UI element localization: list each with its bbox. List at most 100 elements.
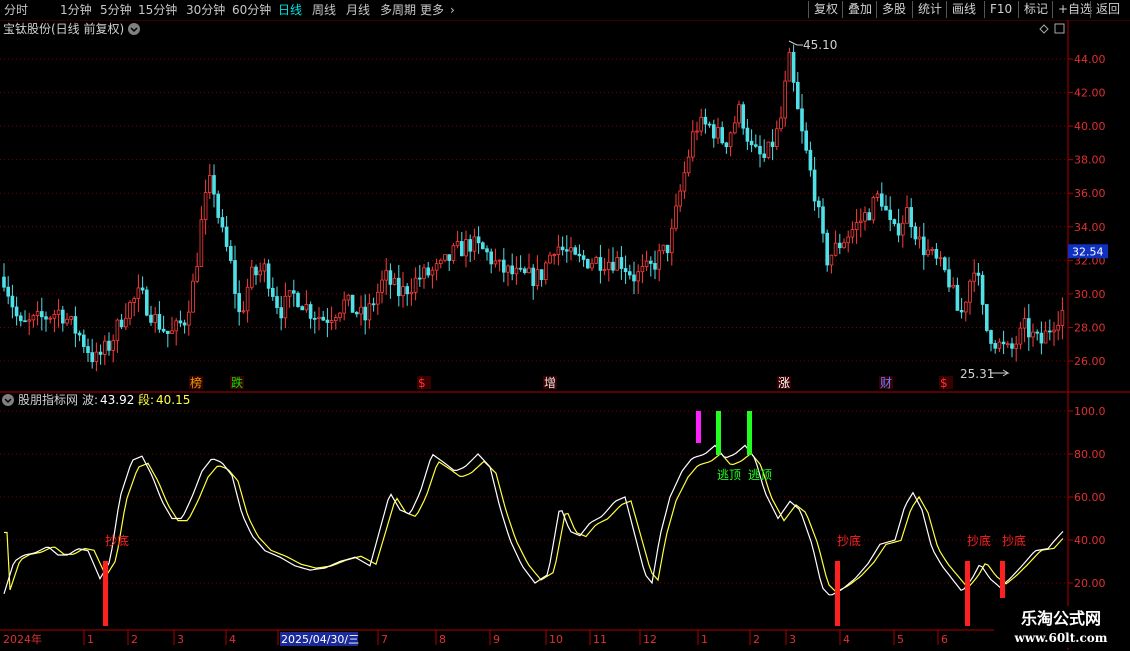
candle	[565, 235, 569, 263]
event-marker[interactable]: 财	[879, 376, 893, 390]
x-axis-label: 7	[377, 630, 388, 646]
candle	[6, 276, 10, 305]
candle	[119, 313, 124, 330]
indicator-y-label: 60.00	[1074, 491, 1106, 504]
x-axis-label: 1	[83, 630, 94, 646]
candle	[144, 286, 149, 317]
signal-bar: 逃顶	[747, 411, 772, 482]
candle	[90, 338, 95, 369]
candle	[938, 251, 943, 267]
signal-label: 抄底	[105, 533, 129, 548]
candle	[905, 195, 909, 224]
signal-bar: 抄底	[965, 533, 991, 626]
candle	[1018, 321, 1023, 350]
candle	[985, 304, 989, 333]
high-price-marker: 45.10	[788, 38, 837, 52]
candle	[733, 115, 737, 135]
candle	[10, 284, 15, 319]
candle	[544, 260, 548, 285]
candle	[783, 70, 787, 127]
candle	[623, 255, 628, 284]
candlestick-series	[2, 44, 1065, 372]
candle	[182, 319, 187, 334]
candle	[69, 315, 74, 325]
candle	[329, 306, 334, 331]
candle	[115, 318, 120, 353]
candle	[195, 252, 200, 284]
candle	[779, 106, 783, 132]
x-axis-label: 8	[435, 630, 446, 646]
candle	[884, 194, 888, 211]
event-marker[interactable]: 榜	[189, 375, 203, 390]
x-axis-label: 10	[545, 630, 563, 646]
candle	[170, 316, 174, 334]
candle	[808, 141, 813, 177]
candle	[245, 278, 250, 323]
candle	[880, 182, 884, 211]
candle	[191, 273, 195, 313]
candle	[829, 254, 834, 274]
candle	[1010, 337, 1014, 358]
candle	[838, 233, 842, 255]
candle	[501, 248, 506, 283]
svg-text:2: 2	[131, 633, 138, 646]
svg-text:3: 3	[789, 633, 796, 646]
candle	[581, 249, 586, 267]
candle	[317, 307, 321, 331]
candle	[1001, 330, 1006, 355]
candle	[1052, 321, 1056, 346]
candle	[451, 243, 456, 264]
candle	[720, 121, 724, 145]
candle	[1060, 297, 1065, 340]
event-marker[interactable]: 涨	[777, 375, 791, 390]
event-marker[interactable]: 跌	[230, 375, 244, 390]
candle	[964, 301, 968, 322]
candle	[523, 266, 527, 275]
candle	[665, 244, 670, 262]
svg-text:45.10: 45.10	[803, 38, 837, 52]
candle	[926, 239, 930, 258]
candle	[254, 264, 258, 285]
candle	[325, 307, 330, 338]
candle	[417, 264, 422, 287]
chevron-down-icon[interactable]	[2, 394, 14, 406]
event-marker[interactable]: $	[939, 376, 953, 390]
candle	[703, 108, 708, 134]
main-y-label: 42.00	[1074, 87, 1106, 100]
chevron-down-icon[interactable]	[128, 23, 140, 35]
seg-line	[4, 452, 1064, 592]
candle	[233, 245, 237, 309]
candle	[359, 295, 363, 326]
svg-text:12: 12	[643, 633, 657, 646]
candle	[514, 256, 519, 285]
candle	[291, 279, 296, 307]
candle	[556, 234, 561, 266]
candle	[52, 310, 57, 333]
event-marker[interactable]: $	[417, 376, 431, 390]
candle	[480, 241, 485, 250]
candle	[140, 276, 145, 295]
x-axis-label: 1	[697, 630, 708, 646]
indicator-y-label: 80.00	[1074, 448, 1106, 461]
event-marker[interactable]: 增	[543, 376, 557, 390]
signal-label: 逃顶	[748, 468, 772, 482]
candle	[812, 156, 817, 211]
candle	[287, 290, 292, 308]
candle	[968, 279, 972, 315]
diamond-icon[interactable]	[1039, 24, 1049, 34]
candle	[388, 263, 393, 299]
svg-text:5: 5	[897, 633, 904, 646]
candle	[1014, 335, 1018, 362]
candle	[678, 184, 682, 212]
candle	[686, 149, 691, 177]
candle	[909, 198, 913, 239]
candle	[103, 335, 107, 366]
candle	[350, 294, 355, 313]
candle	[476, 226, 481, 254]
candle	[485, 245, 489, 261]
maximize-icon[interactable]	[1054, 23, 1065, 34]
svg-text:25.31: 25.31	[960, 367, 994, 381]
candle	[653, 250, 657, 280]
candle	[741, 101, 745, 135]
svg-text:10: 10	[549, 633, 563, 646]
